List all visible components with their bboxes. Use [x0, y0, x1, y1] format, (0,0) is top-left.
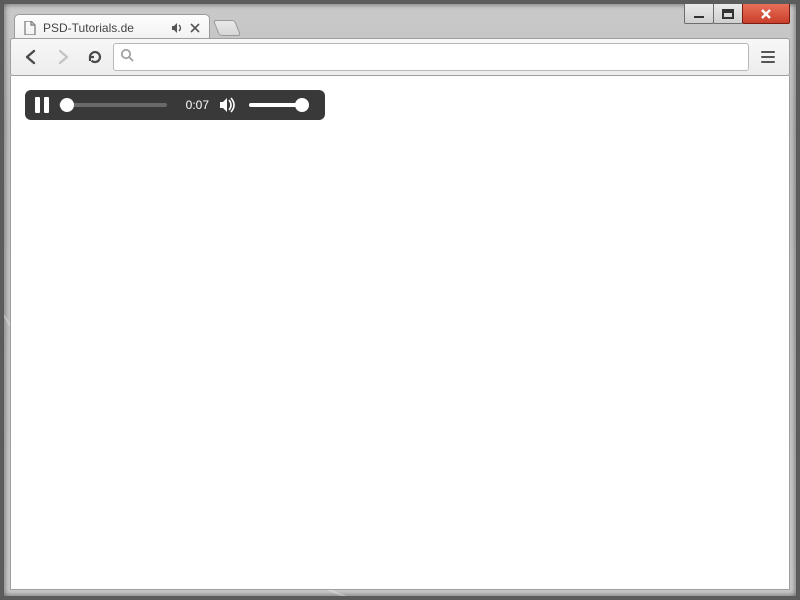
tab-title: PSD-Tutorials.de	[43, 21, 169, 35]
reload-icon	[86, 48, 104, 66]
volume-slider[interactable]	[249, 103, 305, 107]
volume-icon[interactable]	[219, 95, 239, 115]
close-icon	[760, 8, 772, 20]
pause-button[interactable]	[35, 97, 49, 113]
hamburger-icon	[761, 56, 775, 58]
audio-player: 0:07	[25, 90, 325, 120]
maximize-icon	[722, 9, 734, 19]
window-frame: PSD-Tutorials.de	[0, 0, 800, 600]
pause-icon	[35, 97, 40, 113]
search-icon	[120, 48, 134, 67]
audio-playing-icon[interactable]	[169, 20, 185, 36]
tab-strip: PSD-Tutorials.de	[14, 14, 676, 38]
back-button[interactable]	[17, 43, 45, 71]
arrow-right-icon	[54, 48, 72, 66]
maximize-button[interactable]	[713, 4, 743, 24]
page-content: 0:07	[10, 76, 790, 590]
file-icon	[23, 21, 37, 35]
toolbar	[10, 38, 790, 76]
caption-buttons	[685, 4, 790, 24]
omnibox[interactable]	[113, 43, 749, 71]
minimize-button[interactable]	[684, 4, 714, 24]
address-input[interactable]	[140, 45, 742, 69]
reload-button[interactable]	[81, 43, 109, 71]
close-button[interactable]	[742, 4, 790, 24]
new-tab-button[interactable]	[213, 20, 241, 36]
forward-button[interactable]	[49, 43, 77, 71]
tab[interactable]: PSD-Tutorials.de	[14, 14, 210, 40]
volume-thumb[interactable]	[295, 98, 309, 112]
seek-thumb[interactable]	[60, 98, 74, 112]
timecode: 0:07	[177, 98, 209, 112]
arrow-left-icon	[22, 48, 40, 66]
minimize-icon	[694, 16, 704, 18]
browser-window: PSD-Tutorials.de	[3, 3, 797, 597]
menu-button[interactable]	[753, 43, 783, 71]
tab-close-button[interactable]	[187, 20, 203, 36]
seek-slider[interactable]	[59, 103, 167, 107]
